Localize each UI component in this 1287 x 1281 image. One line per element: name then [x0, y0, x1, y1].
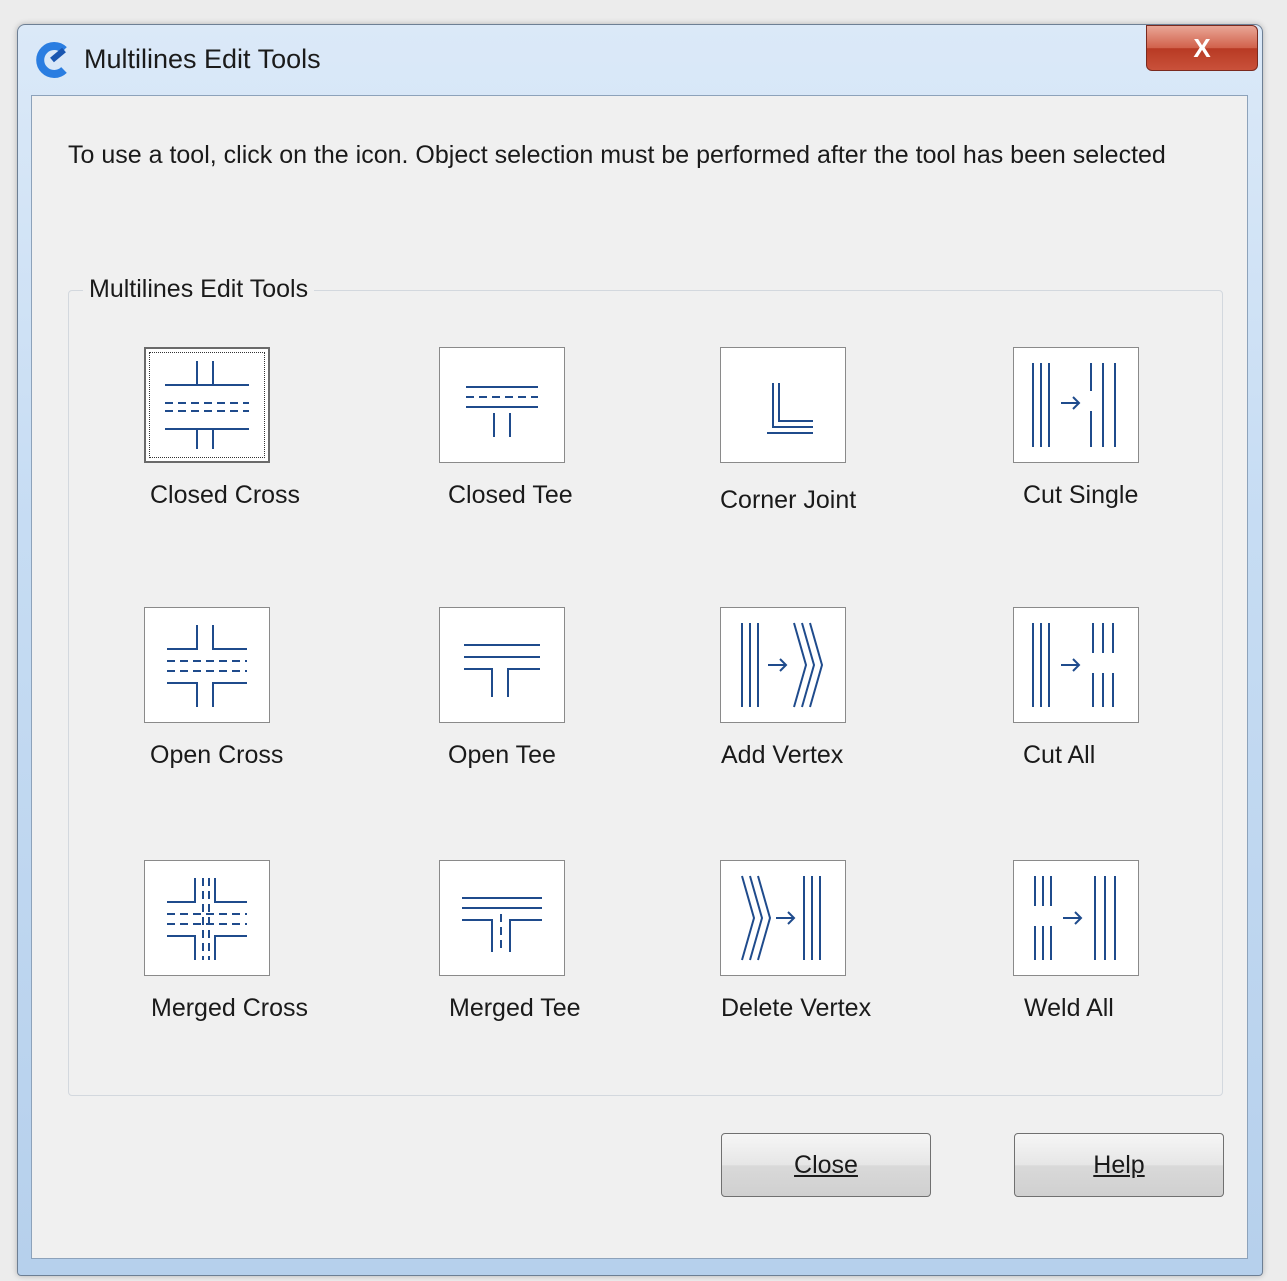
tool-label-add-vertex: Add Vertex: [721, 741, 844, 769]
tool-open-cross[interactable]: [144, 607, 270, 723]
cut-all-icon: [1032, 623, 1114, 707]
open-cross-icon: [167, 625, 247, 707]
close-button[interactable]: Close: [721, 1133, 931, 1197]
merged-tee-icon: [462, 897, 542, 952]
window-title: Multilines Edit Tools: [84, 44, 321, 74]
tool-weld-all[interactable]: [1013, 860, 1139, 976]
tools-group-box: Multilines Edit Tools Closed Cross Close…: [68, 275, 1223, 1096]
delete-vertex-icon: [741, 875, 821, 961]
tool-cut-all[interactable]: [1013, 607, 1139, 723]
dialog-window: Multilines Edit Tools X To use a tool, c…: [17, 24, 1263, 1276]
dialog-client-area: To use a tool, click on the icon. Object…: [31, 95, 1248, 1259]
tool-closed-cross[interactable]: [144, 347, 270, 463]
tool-delete-vertex[interactable]: [720, 860, 846, 976]
merged-cross-icon: [167, 878, 247, 960]
tool-label-merged-cross: Merged Cross: [151, 994, 308, 1022]
tool-corner-joint[interactable]: [720, 347, 846, 463]
tool-label-cut-single: Cut Single: [1023, 481, 1139, 509]
tool-label-corner-joint: Corner Joint: [720, 486, 857, 514]
tool-add-vertex[interactable]: [720, 607, 846, 723]
window-close-button[interactable]: X: [1146, 25, 1258, 71]
tool-label-open-tee: Open Tee: [448, 741, 556, 769]
closed-cross-icon: [165, 361, 249, 449]
tool-label-closed-tee: Closed Tee: [448, 481, 573, 509]
tool-label-cut-all: Cut All: [1023, 741, 1096, 769]
tool-label-closed-cross: Closed Cross: [150, 481, 301, 509]
tool-label-weld-all: Weld All: [1024, 994, 1114, 1022]
title-bar[interactable]: Multilines Edit Tools X: [18, 25, 1262, 95]
cut-single-icon: [1032, 363, 1116, 447]
app-logo-icon: [36, 42, 67, 78]
tool-label-merged-tee: Merged Tee: [449, 994, 581, 1022]
open-tee-icon: [464, 644, 540, 697]
tool-closed-tee[interactable]: [439, 347, 565, 463]
tool-merged-tee[interactable]: [439, 860, 565, 976]
tool-label-delete-vertex: Delete Vertex: [721, 994, 872, 1022]
weld-all-icon: [1034, 876, 1116, 960]
tool-open-tee[interactable]: [439, 607, 565, 723]
add-vertex-icon: [741, 622, 824, 708]
tool-merged-cross[interactable]: [144, 860, 270, 976]
help-button[interactable]: Help: [1014, 1133, 1224, 1197]
tool-cut-single[interactable]: [1013, 347, 1139, 463]
instruction-text: To use a tool, click on the icon. Object…: [68, 141, 1166, 169]
tool-label-open-cross: Open Cross: [150, 741, 284, 769]
group-box-label: Multilines Edit Tools: [83, 275, 315, 304]
corner-joint-icon: [767, 383, 813, 434]
closed-tee-icon: [466, 386, 538, 437]
